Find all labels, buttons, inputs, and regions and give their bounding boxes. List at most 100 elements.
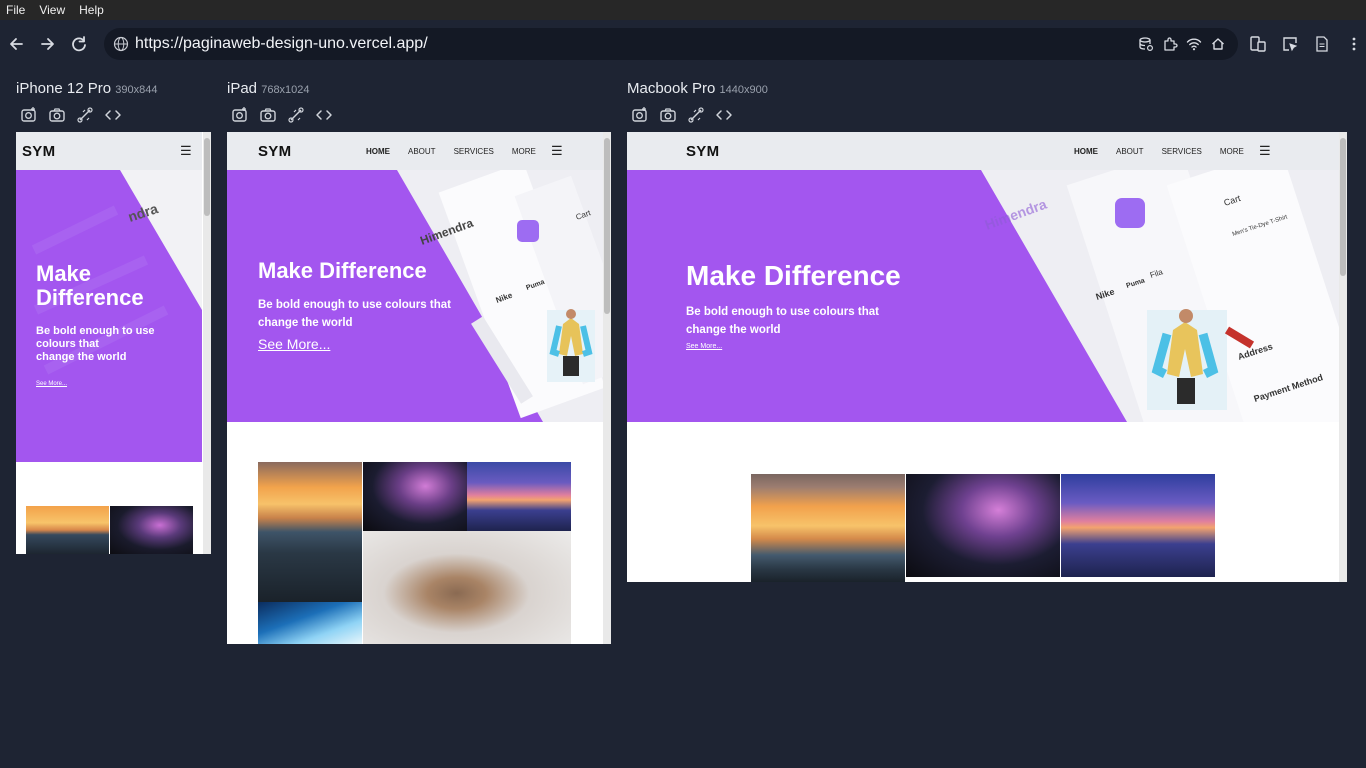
site-header: SYM HOME ABOUT SERVICES MORE ☰ bbox=[627, 132, 1339, 170]
hero-subtitle-line: Be bold enough to use colours that bbox=[258, 299, 451, 311]
hero-subtitle-line: change the world bbox=[258, 317, 353, 329]
arrow-left-icon[interactable] bbox=[6, 33, 28, 55]
gallery-image-lake bbox=[467, 462, 571, 531]
camera-icon[interactable] bbox=[259, 106, 277, 124]
inspect-icon[interactable] bbox=[1281, 35, 1299, 53]
device-name: iPhone 12 Pro bbox=[16, 80, 112, 97]
camera-icon[interactable] bbox=[659, 106, 677, 124]
document-icon[interactable] bbox=[1313, 35, 1331, 53]
device-size: 768x1024 bbox=[261, 84, 310, 96]
camera-icon[interactable] bbox=[48, 106, 66, 124]
url-text[interactable]: https://paginaweb-design-uno.vercel.app/ bbox=[135, 35, 428, 53]
rotate-icon[interactable] bbox=[687, 106, 705, 124]
site-nav: HOME ABOUT SERVICES MORE bbox=[366, 147, 536, 156]
hero-title: Make Difference bbox=[258, 258, 427, 283]
site-logo[interactable]: SYM bbox=[258, 143, 291, 160]
see-more-link[interactable]: See More... bbox=[36, 381, 67, 387]
scrollbar-thumb[interactable] bbox=[1340, 138, 1346, 276]
hero-title: Make Difference bbox=[686, 260, 901, 291]
scrollbar-thumb[interactable] bbox=[204, 138, 210, 216]
arrow-right-icon[interactable] bbox=[36, 33, 58, 55]
extension-icon[interactable] bbox=[1162, 36, 1178, 52]
hero-subtitle-line: change the world bbox=[36, 351, 127, 363]
menu-view[interactable]: View bbox=[39, 3, 65, 17]
hero-subtitle-line: Be bold enough to use colours that bbox=[686, 306, 879, 318]
code-icon[interactable] bbox=[315, 106, 333, 124]
reload-icon[interactable] bbox=[68, 33, 90, 55]
code-icon[interactable] bbox=[715, 106, 733, 124]
hero-subtitle-line: colours that bbox=[36, 338, 99, 350]
hamburger-icon[interactable]: ☰ bbox=[1259, 143, 1271, 159]
nav-more[interactable]: MORE bbox=[512, 147, 536, 156]
menu-help[interactable]: Help bbox=[79, 3, 104, 17]
more-vertical-icon[interactable] bbox=[1345, 35, 1363, 53]
device-toolbar-ipad bbox=[231, 106, 333, 124]
home-icon[interactable] bbox=[1210, 36, 1226, 52]
device-title-macbook: Macbook Pro 1440x900 bbox=[627, 80, 768, 97]
nav-services[interactable]: SERVICES bbox=[1162, 147, 1202, 156]
hamburger-icon[interactable]: ☰ bbox=[551, 143, 563, 159]
ipad-viewport[interactable]: SYM HOME ABOUT SERVICES MORE ☰ Himendra … bbox=[227, 132, 611, 644]
device-title-ipad: iPad 768x1024 bbox=[227, 80, 310, 97]
device-name: Macbook Pro bbox=[627, 80, 716, 97]
hero-subtitle-line: change the world bbox=[686, 324, 781, 336]
site-logo[interactable]: SYM bbox=[22, 143, 55, 160]
gallery-image-wave bbox=[258, 602, 362, 644]
wifi-icon[interactable] bbox=[1186, 36, 1202, 52]
address-bar[interactable]: https://paginaweb-design-uno.vercel.app/ bbox=[104, 28, 1238, 60]
gallery-image-galaxy bbox=[363, 462, 467, 531]
see-more-link[interactable]: See More... bbox=[258, 336, 330, 352]
hero-subtitle-line: Be bold enough to use bbox=[36, 325, 155, 337]
device-size: 1440x900 bbox=[719, 84, 768, 96]
screenshot-icon[interactable] bbox=[631, 106, 649, 124]
database-icon[interactable] bbox=[1138, 36, 1154, 52]
site-header: SYM ☰ bbox=[16, 132, 202, 170]
hero-title-line: Difference bbox=[36, 285, 144, 310]
gallery-image-sunset bbox=[751, 474, 905, 582]
app-mockup-image: ndra bbox=[31, 170, 202, 375]
device-size: 390x844 bbox=[115, 84, 158, 96]
hero-subtitle: Be bold enough to use colours that chang… bbox=[36, 325, 176, 364]
hero-section: Cart Men's Tie-Dye T-Shirt Nike Puma Fil… bbox=[627, 170, 1339, 422]
screenshot-icon[interactable] bbox=[20, 106, 38, 124]
site-logo[interactable]: SYM bbox=[686, 143, 719, 160]
nav-more[interactable]: MORE bbox=[1220, 147, 1244, 156]
scrollbar-thumb[interactable] bbox=[604, 138, 610, 314]
gallery-image-sunset bbox=[26, 506, 109, 554]
gallery-image-galaxy bbox=[110, 506, 193, 554]
hero-section: ndra Make Difference Be bold enough to u… bbox=[16, 170, 202, 462]
nav-home[interactable]: HOME bbox=[366, 147, 390, 156]
navigation-bar: https://paginaweb-design-uno.vercel.app/ bbox=[0, 20, 1366, 68]
hero-subtitle: Be bold enough to use colours that chang… bbox=[258, 296, 458, 332]
globe-icon bbox=[113, 36, 129, 52]
gallery-image-sunset bbox=[258, 462, 362, 602]
hero-section: Himendra Nike Puma Cart Make Difference … bbox=[227, 170, 603, 422]
nav-about[interactable]: ABOUT bbox=[1116, 147, 1144, 156]
gallery-image-coyote bbox=[363, 531, 571, 644]
rotate-icon[interactable] bbox=[76, 106, 94, 124]
device-toolbar-iphone bbox=[20, 106, 122, 124]
nav-home[interactable]: HOME bbox=[1074, 147, 1098, 156]
screenshot-icon[interactable] bbox=[231, 106, 249, 124]
responsive-devices-icon[interactable] bbox=[1249, 35, 1267, 53]
nav-services[interactable]: SERVICES bbox=[454, 147, 494, 156]
hamburger-icon[interactable]: ☰ bbox=[180, 143, 192, 159]
gallery-image-lake bbox=[1061, 474, 1215, 577]
see-more-link[interactable]: See More... bbox=[686, 343, 722, 350]
rotate-icon[interactable] bbox=[287, 106, 305, 124]
hero-subtitle: Be bold enough to use colours that chang… bbox=[686, 303, 886, 339]
macbook-viewport[interactable]: SYM HOME ABOUT SERVICES MORE ☰ Cart Men'… bbox=[627, 132, 1347, 582]
nav-about[interactable]: ABOUT bbox=[408, 147, 436, 156]
menu-file[interactable]: File bbox=[6, 3, 25, 17]
code-icon[interactable] bbox=[104, 106, 122, 124]
menu-bar: File View Help bbox=[0, 0, 1366, 20]
device-toolbar-macbook bbox=[631, 106, 733, 124]
gallery-image-galaxy bbox=[906, 474, 1060, 577]
app-mockup-image: Cart Men's Tie-Dye T-Shirt Nike Puma Fil… bbox=[981, 170, 1339, 422]
device-name: iPad bbox=[227, 80, 258, 97]
hero-title: Make Difference bbox=[36, 262, 144, 310]
iphone-viewport[interactable]: SYM ☰ ndra Make Difference Be bold enoug… bbox=[16, 132, 211, 554]
site-nav: HOME ABOUT SERVICES MORE bbox=[1074, 147, 1244, 156]
hero-title-line: Make bbox=[36, 261, 92, 286]
site-header: SYM HOME ABOUT SERVICES MORE ☰ bbox=[227, 132, 603, 170]
